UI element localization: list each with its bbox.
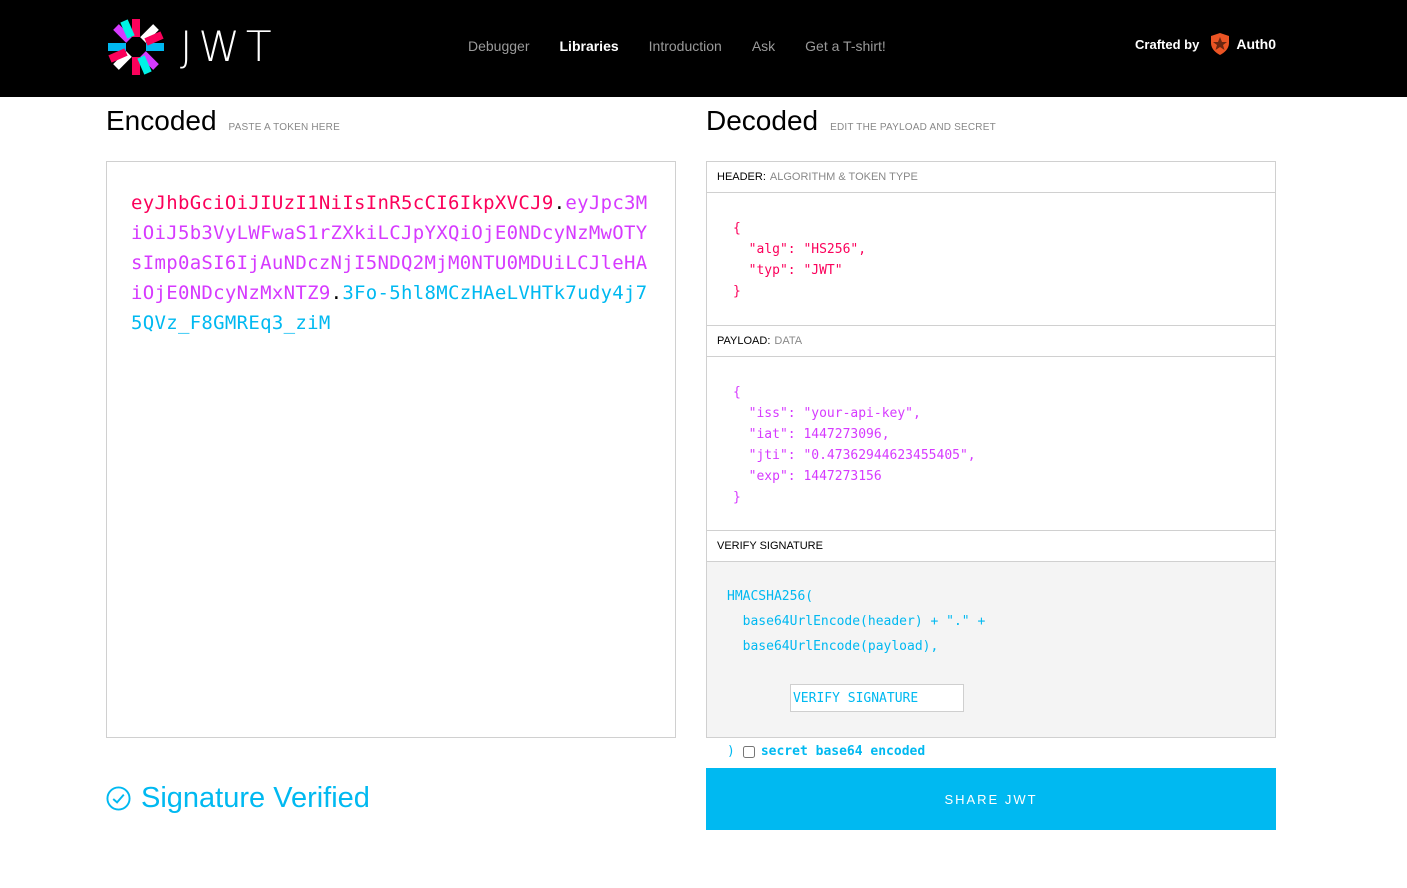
nav-item-ask[interactable]: Ask — [752, 38, 775, 54]
verify-section-label: VERIFY SIGNATURE — [717, 540, 823, 552]
jwt-logo[interactable]: JWT — [106, 16, 278, 78]
json-line: "jti": "0.47362944623455405", — [733, 448, 976, 463]
jwt-logo-icon — [108, 19, 164, 75]
logo-text: JWT — [180, 22, 278, 71]
hmac-function-close: ) — [727, 744, 735, 759]
json-line: "exp": 1447273156 — [733, 469, 882, 484]
hmac-header-line: base64UrlEncode(header) + "." + — [727, 614, 986, 629]
json-line: } — [733, 284, 741, 299]
verify-section-title: VERIFY SIGNATURE — [707, 531, 1275, 562]
crafted-by-label: Crafted by — [1135, 36, 1200, 52]
encoded-heading: Encoded PASTE A TOKEN HERE — [106, 105, 340, 137]
payload-section-label: PAYLOAD: — [717, 335, 771, 347]
encoded-token-editor[interactable]: eyJhbGciOiJIUzI1NiIsInR5cCI6IkpXVCJ9.eyJ… — [106, 161, 676, 738]
nav-item-tshirt[interactable]: Get a T-shirt! — [805, 38, 886, 54]
base64-secret-checkbox[interactable] — [742, 745, 755, 758]
payload-section-sub: DATA — [774, 335, 803, 347]
header-json-editor[interactable]: { "alg": "HS256", "typ": "JWT" } — [707, 193, 1275, 326]
json-line: "alg": "HS256", — [733, 242, 867, 257]
top-navigation-bar: JWT Debugger Libraries Introduction Ask … — [0, 0, 1407, 97]
payload-section-title: PAYLOAD: DATA — [707, 326, 1275, 357]
main-nav: Debugger Libraries Introduction Ask Get … — [468, 0, 886, 92]
json-line: { — [733, 221, 741, 236]
header-section-sub: ALGORITHM & TOKEN TYPE — [769, 171, 918, 183]
token-header-part: eyJhbGciOiJIUzI1NiIsInR5cCI6IkpXVCJ9 — [131, 192, 554, 214]
signature-status: Signature Verified — [106, 782, 370, 815]
verify-signature-body: HMACSHA256( base64UrlEncode(header) + ".… — [707, 562, 1275, 759]
token-dot: . — [553, 192, 566, 214]
secret-input[interactable] — [789, 684, 964, 712]
share-jwt-button[interactable]: SHARE JWT — [706, 768, 1276, 830]
hmac-function-open: HMACSHA256( — [727, 589, 814, 604]
auth0-brand: Auth0 — [1209, 32, 1276, 56]
payload-json-editor[interactable]: { "iss": "your-api-key", "iat": 14472730… — [707, 357, 1275, 531]
nav-item-introduction[interactable]: Introduction — [649, 38, 722, 54]
encoded-hint: PASTE A TOKEN HERE — [228, 122, 340, 133]
crafted-by[interactable]: Crafted by Auth0 — [1135, 32, 1276, 56]
token-text[interactable]: eyJhbGciOiJIUzI1NiIsInR5cCI6IkpXVCJ9.eyJ… — [131, 188, 651, 338]
header-section-title: HEADER: ALGORITHM & TOKEN TYPE — [707, 162, 1275, 193]
json-line: "typ": "JWT" — [733, 263, 843, 278]
signature-status-text: Signature Verified — [141, 782, 370, 814]
hmac-payload-line: base64UrlEncode(payload), — [727, 639, 939, 654]
json-line: "iss": "your-api-key", — [733, 406, 921, 421]
decoded-title: Decoded — [706, 105, 819, 136]
decoded-hint: EDIT THE PAYLOAD AND SECRET — [830, 122, 996, 133]
json-line: "iat": 1447273096, — [733, 427, 890, 442]
header-section-label: HEADER: — [717, 171, 766, 183]
json-line: } — [733, 490, 741, 505]
secret-row — [727, 659, 1275, 737]
secret-options-row: ) secret base64 encoded — [727, 739, 1275, 764]
token-dot: . — [330, 282, 343, 304]
nav-item-libraries[interactable]: Libraries — [560, 38, 619, 54]
nav-item-debugger[interactable]: Debugger — [468, 38, 530, 54]
decoded-panel: HEADER: ALGORITHM & TOKEN TYPE { "alg": "… — [706, 161, 1276, 759]
auth0-label: Auth0 — [1236, 36, 1276, 52]
auth0-shield-icon — [1211, 33, 1230, 55]
decoded-heading: Decoded EDIT THE PAYLOAD AND SECRET — [706, 105, 996, 137]
check-circle-icon — [106, 786, 131, 811]
json-line: { — [733, 385, 741, 400]
encoded-title: Encoded — [106, 105, 217, 136]
base64-secret-label[interactable]: secret base64 encoded — [761, 739, 925, 764]
